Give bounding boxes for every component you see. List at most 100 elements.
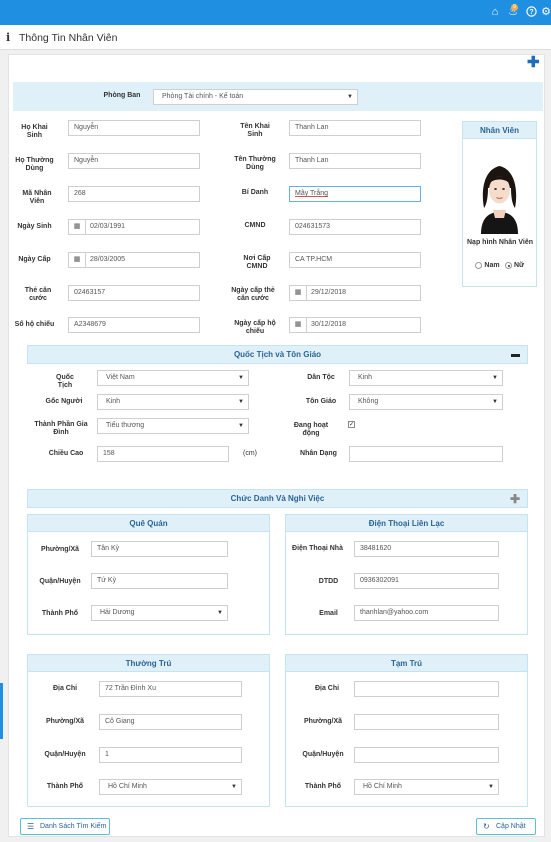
height-unit: (cm) [243, 450, 257, 457]
cmnd-input[interactable]: 024631573 [289, 219, 421, 235]
calendar-icon[interactable]: ▦ [69, 220, 86, 234]
info-icon: i [6, 31, 11, 44]
qq-quan-input[interactable]: Tứ Kỳ [91, 573, 228, 589]
ten-thuong-dung-input[interactable]: Thanh Lan [289, 153, 421, 169]
qq-thanh-pho-select[interactable]: Hải Dương ▼ [91, 605, 228, 621]
que-quan-title: Quê Quán [28, 515, 269, 532]
label-tt-dia-chi: Địa Chỉ [52, 685, 78, 692]
tmt-thanh-pho-select[interactable]: Hồ Chí Minh ▼ [354, 779, 499, 795]
nationality-section-header[interactable]: Quốc Tịch và Tôn Giáo [27, 345, 528, 364]
label-tt-quan: Quận/Huyện [44, 751, 86, 758]
email-input[interactable]: thanhlan@yahoo.com [354, 605, 499, 621]
update-button[interactable]: ↻ Cập Nhật [476, 818, 536, 835]
collapse-icon[interactable] [511, 354, 520, 357]
chieu-cao-input[interactable]: 158 [97, 446, 229, 462]
tt-quan-input[interactable]: 1 [99, 747, 242, 763]
label-chieu-cao: Chiều Cao [48, 450, 84, 457]
label-tt-thanh-pho: Thành Phố [46, 783, 84, 790]
ngay-cap-ho-chieu-input[interactable]: ▦ 30/12/2018 [289, 317, 421, 333]
the-can-cuoc-input[interactable]: 02463157 [68, 285, 200, 301]
label-ngay-cap-ho-chieu: Ngày cấp hộ chiếu [234, 320, 276, 335]
chevron-down-icon: ▼ [488, 784, 494, 790]
label-email: Email [319, 610, 338, 617]
gender-female-label: Nữ [514, 262, 525, 269]
chevron-down-icon: ▼ [492, 375, 498, 381]
label-ten-thuong-dung: Tên Thường Dùng [234, 156, 276, 171]
so-ho-chieu-input[interactable]: A2348679 [68, 317, 200, 333]
calendar-icon[interactable]: ▦ [290, 286, 307, 300]
ngay-cap-the-value: 29/12/2018 [311, 289, 347, 296]
tmt-phuong-input[interactable] [354, 714, 499, 730]
label-cmnd: CMND [244, 222, 266, 229]
qq-phuong-input[interactable]: Tân Kỳ [91, 541, 228, 557]
goc-nguoi-select[interactable]: Kinh ▼ [97, 394, 249, 410]
dan-toc-selected: Kinh [358, 374, 373, 381]
label-the-can-cuoc: Thẻ căn cước [24, 287, 52, 302]
chevron-down-icon: ▼ [238, 423, 244, 429]
tt-dia-chi-input[interactable]: 72 Trần Đình Xu [99, 681, 242, 697]
tmt-dia-chi-input[interactable] [354, 681, 499, 697]
gear-icon[interactable]: ⚙ [541, 6, 551, 18]
label-so-ho-chieu: Số hộ chiếu [14, 321, 55, 328]
help-icon[interactable]: ? [525, 6, 537, 18]
nationality-section-title: Quốc Tịch và Tôn Giáo [233, 350, 322, 359]
ngay-cap-input[interactable]: ▦ 28/03/2005 [68, 252, 200, 268]
noi-cap-input[interactable]: CA TP.HCM [289, 252, 421, 268]
add-icon[interactable]: ✚ [527, 55, 540, 70]
thanh-phan-select[interactable]: Tiểu thương ▼ [97, 418, 249, 434]
label-ngay-cap-the: Ngày cấp thẻ căn cước [231, 287, 275, 302]
job-section-title: Chức Danh Và Nghỉ Việc [230, 494, 325, 503]
ho-thuong-dung-input[interactable]: Nguyễn [68, 153, 200, 169]
ngay-cap-ho-chieu-value: 30/12/2018 [311, 321, 347, 328]
calendar-icon[interactable]: ▦ [69, 253, 86, 267]
tam-tru-title: Tạm Trú [286, 655, 527, 672]
gender-female-radio[interactable] [505, 262, 512, 269]
upload-photo-link[interactable]: Nạp hình Nhân Viên [466, 239, 534, 247]
ngay-cap-the-input[interactable]: ▦ 29/12/2018 [289, 285, 421, 301]
tmt-quan-input[interactable] [354, 747, 499, 763]
tt-thanh-pho-select[interactable]: Hồ Chí Minh ▼ [99, 779, 242, 795]
gender-male-radio[interactable] [475, 262, 482, 269]
department-selected: Phòng Tài chính - Kế toán [162, 93, 244, 100]
quoc-tich-select[interactable]: Việt Nam ▼ [97, 370, 249, 386]
search-list-label: Danh Sách Tìm Kiếm [40, 823, 107, 830]
search-list-button[interactable]: ☰ Danh Sách Tìm Kiếm [20, 818, 110, 835]
label-ten-khai-sinh: Tên Khai Sinh [240, 123, 270, 138]
calendar-icon[interactable]: ▦ [290, 318, 307, 332]
active-checkbox[interactable]: ✓ [348, 421, 355, 428]
label-ho-thuong-dung: Họ Thường Dùng [15, 157, 54, 172]
quoc-tich-selected: Việt Nam [106, 374, 135, 381]
dtdd-input[interactable]: 0936302091 [354, 573, 499, 589]
expand-icon[interactable]: ✚ [510, 493, 520, 505]
chevron-down-icon: ▼ [347, 94, 353, 100]
svg-text:?: ? [529, 9, 533, 16]
page-title: Thông Tin Nhân Viên [19, 32, 118, 44]
label-ngay-cap: Ngày Cấp [18, 256, 51, 263]
update-label: Cập Nhật [496, 823, 526, 830]
label-tmt-phuong: Phường/Xã [303, 718, 343, 725]
ton-giao-select[interactable]: Không ▼ [349, 394, 503, 410]
dt-nha-input[interactable]: 38481620 [354, 541, 499, 557]
label-ton-giao: Tôn Giáo [305, 398, 337, 405]
home-icon[interactable]: ⌂ [489, 6, 501, 18]
dien-thoai-title: Điện Thoại Liên Lạc [286, 515, 527, 532]
ngay-sinh-input[interactable]: ▦ 02/03/1991 [68, 219, 200, 235]
side-scroll-handle[interactable] [0, 683, 3, 739]
label-dtdd: DTDD [318, 578, 339, 585]
nhan-dang-input[interactable] [349, 446, 503, 462]
ma-nhan-vien-input[interactable]: 268 [68, 186, 200, 202]
ten-khai-sinh-input[interactable]: Thanh Lan [289, 120, 421, 136]
page-header: i Thông Tin Nhân Viên [0, 25, 551, 50]
ho-khai-sinh-input[interactable]: Nguyễn [68, 120, 200, 136]
label-ngay-sinh: Ngày Sinh [17, 223, 52, 230]
dan-toc-select[interactable]: Kinh ▼ [349, 370, 503, 386]
bi-danh-input[interactable]: Mây Trắng [289, 186, 421, 202]
job-section-header[interactable]: Chức Danh Và Nghỉ Việc [27, 489, 528, 508]
ton-giao-selected: Không [358, 398, 379, 405]
label-dang-hoat-dong: Đang hoạt động [293, 422, 329, 437]
tt-phuong-input[interactable]: Cô Giang [99, 714, 242, 730]
gender-male-label: Nam [484, 262, 500, 269]
chevron-down-icon: ▼ [217, 610, 223, 616]
thuong-tru-title: Thường Trú [28, 655, 269, 672]
department-select[interactable]: Phòng Tài chính - Kế toán ▼ [153, 89, 358, 105]
